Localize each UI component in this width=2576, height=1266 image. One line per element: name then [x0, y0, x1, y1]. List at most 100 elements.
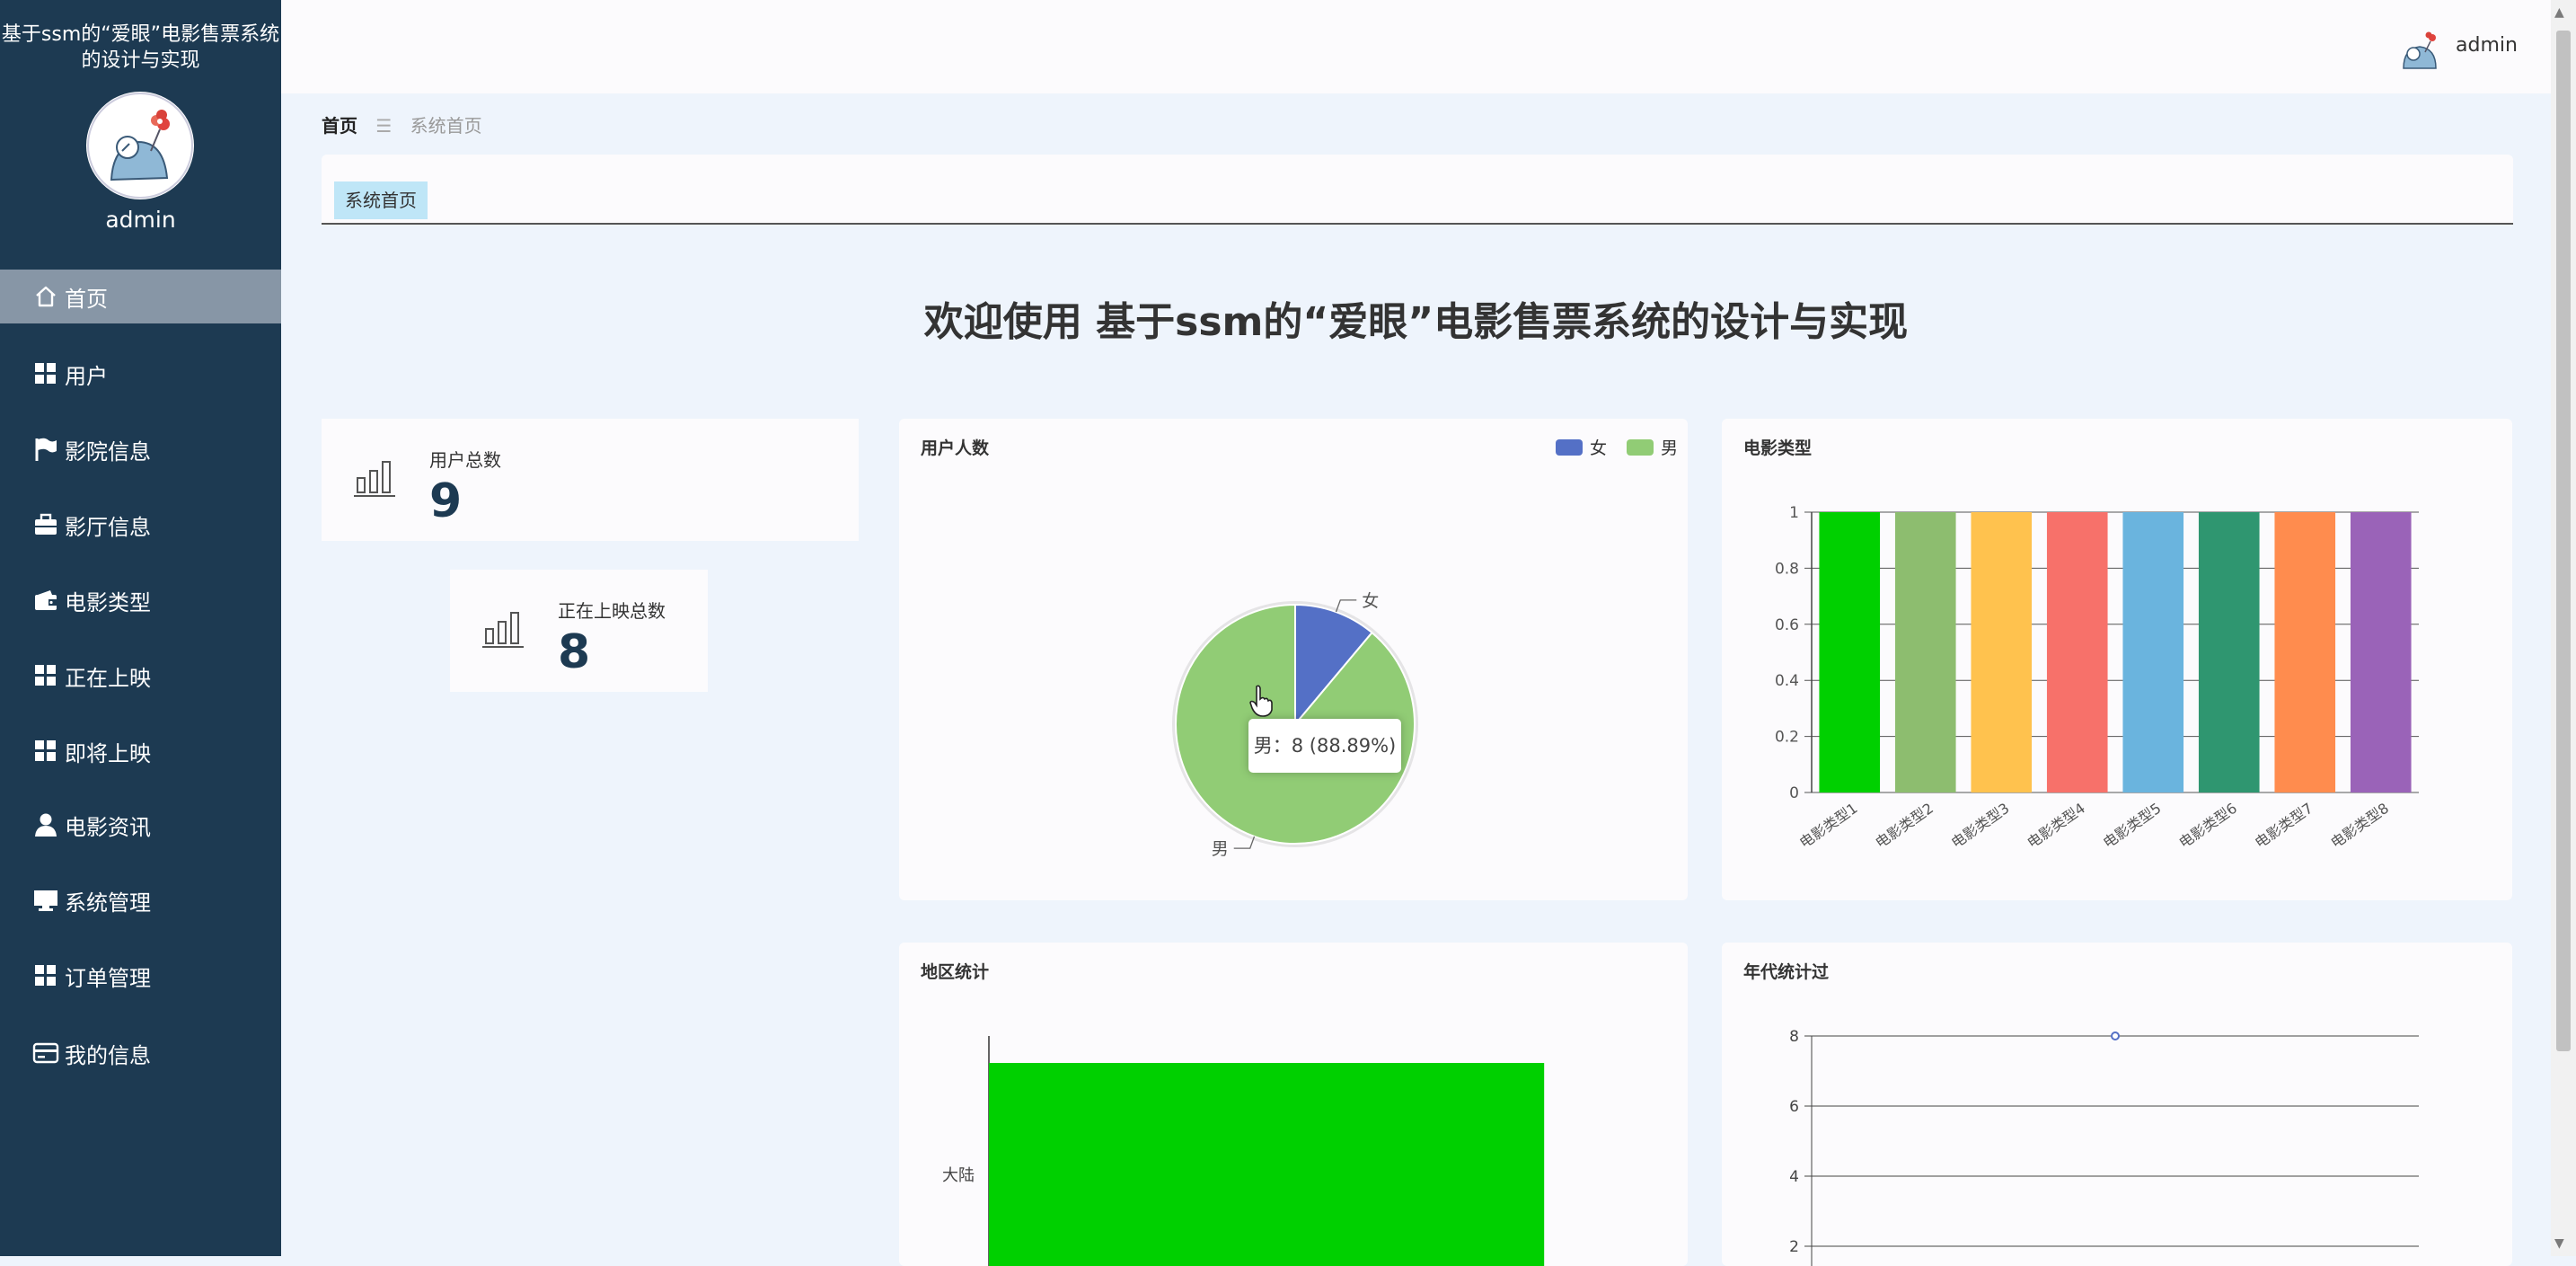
x-tick-label: 电影类型6	[2175, 800, 2240, 852]
sidebar-item-orders[interactable]: 订单管理	[0, 949, 281, 1003]
y-tick-label: 4	[1789, 1168, 1799, 1186]
movie-type-chart-card: 电影类型 0 0.2 0.4 0.6 0.8 1 电影类型1 电影类型2 电影类型3 电影类型4 电…	[1722, 419, 2512, 900]
bar	[989, 1063, 1545, 1266]
grid-icon	[32, 662, 59, 689]
year-chart-card: 年代统计过 2468	[1722, 943, 2512, 1266]
grid-icon	[32, 962, 59, 989]
legend-swatch-male[interactable]	[1627, 438, 1654, 456]
scroll-up-arrow-icon[interactable]: ▲	[2554, 5, 2564, 20]
tab-system-home[interactable]: 系统首页	[334, 181, 428, 219]
bar-chart-icon	[354, 458, 397, 501]
tab-bar: 系统首页	[322, 155, 2513, 225]
sidebar-item-label: 正在上映	[65, 665, 151, 691]
sidebar-item-news[interactable]: 电影资讯	[0, 798, 281, 852]
monitor-icon	[32, 887, 59, 914]
bar	[2350, 512, 2412, 792]
y-tick-label: 0.8	[1775, 560, 1799, 578]
header-avatar-icon[interactable]	[2398, 29, 2441, 72]
scroll-down-arrow-icon[interactable]: ▼	[2554, 1236, 2564, 1251]
sidebar-item-label: 系统管理	[65, 890, 151, 916]
legend-swatch-female[interactable]	[1556, 438, 1583, 456]
flag-icon	[32, 436, 59, 463]
sidebar-item-now-showing[interactable]: 正在上映	[0, 649, 281, 703]
stat-value: 9	[429, 474, 463, 528]
scrollbar-thumb[interactable]	[2556, 31, 2571, 1051]
pie-chart: 女男	[1172, 591, 1418, 859]
bar-chart-icon	[482, 609, 525, 652]
bar-chart: 00.20.40.60.81电影类型1 电影类型2 电影类型3 电影类型4 电影类型5 电…	[1775, 504, 2419, 852]
y-tick-label: 0.4	[1775, 672, 1799, 690]
pie-slice-label: 男	[1212, 839, 1229, 859]
card-icon	[32, 1040, 59, 1067]
wallet-icon	[32, 587, 59, 614]
stat-label: 正在上映总数	[558, 600, 666, 622]
y-tick-label: 0.2	[1775, 729, 1799, 747]
data-point	[2111, 1031, 2120, 1040]
sidebar-item-label: 我的信息	[65, 1042, 151, 1068]
grid-icon	[32, 360, 59, 387]
y-tick-label: 0.6	[1775, 616, 1799, 634]
x-tick-label: 电影类型5	[2100, 800, 2165, 852]
sidebar-item-cinema[interactable]: 影院信息	[0, 422, 281, 476]
sidebar-item-my-info[interactable]: 我的信息	[0, 1026, 281, 1080]
x-tick-label: 电影类型8	[2327, 800, 2392, 852]
bar	[1819, 512, 1881, 792]
header-username[interactable]: admin	[2456, 34, 2518, 57]
hand-cursor-icon	[1248, 685, 1274, 721]
gender-chart-card: 用户人数 女男	[899, 419, 1688, 900]
grid-icon	[32, 738, 59, 765]
line-chart: 2 4 6 8	[1789, 1028, 2419, 1266]
home-icon	[32, 283, 59, 310]
sidebar: 基于ssm的“爱眼”电影售票系统的设计与实现 admin 首页 用户 影院信息 …	[0, 0, 281, 1256]
bar	[2122, 512, 2184, 792]
stat-card-now-showing: 正在上映总数 8	[450, 570, 708, 692]
sidebar-item-label: 电影类型	[65, 589, 151, 615]
y-tick-label: 6	[1789, 1098, 1799, 1116]
sidebar-item-label: 首页	[65, 286, 108, 312]
x-tick-label: 电影类型2	[1872, 800, 1936, 852]
x-tick-label: 电影类型4	[2024, 800, 2088, 852]
sidebar-username: admin	[105, 207, 176, 233]
sidebar-item-coming-soon[interactable]: 即将上映	[0, 724, 281, 778]
stat-value: 8	[558, 625, 591, 679]
pie-legend: 女 男	[1556, 435, 1678, 459]
bar	[2198, 512, 2260, 792]
sidebar-item-label: 影院信息	[65, 438, 151, 465]
sidebar-item-movie-type[interactable]: 电影类型	[0, 573, 281, 627]
bar	[1971, 512, 2033, 792]
bar	[2274, 512, 2336, 792]
welcome-system-title: 基于ssm的“爱眼”电影售票系统的设计与实现	[1096, 299, 1909, 345]
y-tick-label: 大陆	[942, 1166, 975, 1185]
welcome-prefix: 欢迎使用	[923, 299, 1082, 345]
x-tick-label: 电影类型3	[1948, 800, 2013, 852]
sidebar-item-label: 即将上映	[65, 740, 151, 766]
sidebar-item-home[interactable]: 首页	[0, 270, 281, 323]
sidebar-item-label: 用户	[65, 363, 108, 389]
bar	[2046, 512, 2108, 792]
y-tick-label: 8	[1789, 1028, 1799, 1046]
legend-label-male[interactable]: 男	[1661, 435, 1678, 459]
sidebar-item-users[interactable]: 用户	[0, 347, 281, 401]
y-tick-label: 1	[1789, 504, 1799, 522]
sidebar-item-label: 电影资讯	[65, 814, 151, 840]
x-tick-label: 电影类型7	[2252, 800, 2316, 852]
system-title: 基于ssm的“爱眼”电影售票系统的设计与实现	[1, 23, 280, 72]
sidebar-item-label: 影厅信息	[65, 514, 151, 540]
y-tick-label: 2	[1789, 1238, 1799, 1256]
y-tick-label: 0	[1789, 784, 1799, 802]
x-tick-label: 电影类型1	[1796, 800, 1861, 852]
pie-slice-label: 女	[1362, 591, 1379, 611]
pie-tooltip: 男：8 (88.89%)	[1248, 719, 1401, 773]
sidebar-item-hall[interactable]: 影厅信息	[0, 498, 281, 552]
avatar[interactable]	[86, 92, 194, 199]
region-chart-card: 地区统计 大陆	[899, 943, 1688, 1266]
sidebar-item-system[interactable]: 系统管理	[0, 873, 281, 927]
person-icon	[32, 811, 59, 838]
horizontal-bar-chart: 大陆	[942, 1036, 1545, 1266]
welcome-heading: 欢迎使用 基于ssm的“爱眼”电影售票系统的设计与实现	[281, 289, 2551, 347]
breadcrumb-separator-icon: ☰	[375, 115, 393, 137]
breadcrumb-home[interactable]: 首页	[322, 115, 357, 137]
stat-label: 用户总数	[429, 449, 501, 471]
breadcrumb-current: 系统首页	[410, 115, 482, 137]
legend-label-female[interactable]: 女	[1590, 435, 1607, 459]
